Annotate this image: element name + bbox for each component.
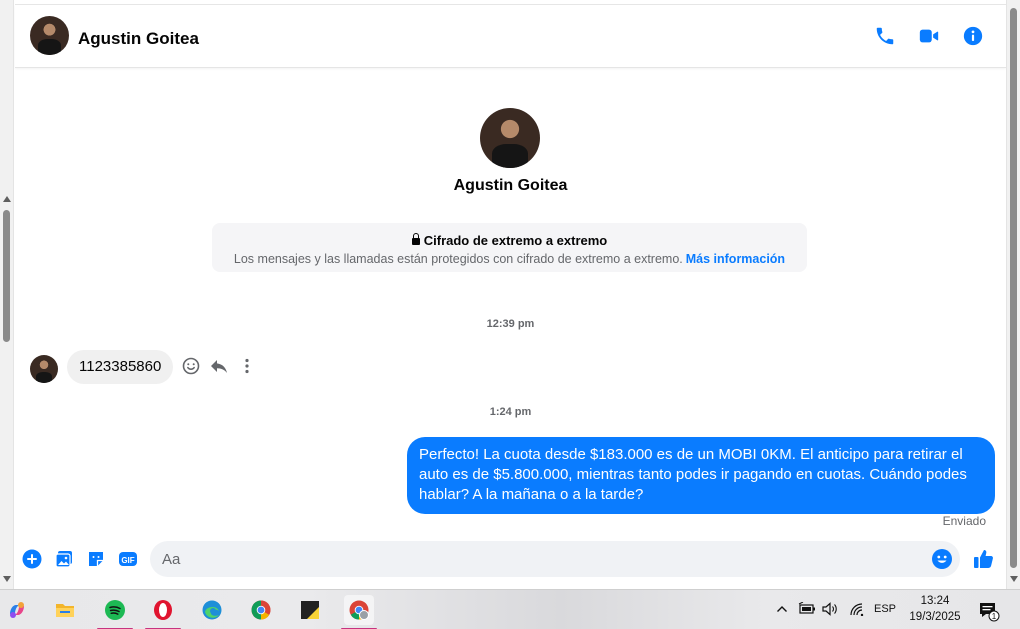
emoji-icon[interactable] [931,548,953,570]
timestamp: 1:24 pm [489,406,532,418]
clock-date: 19/3/2025 [909,611,961,623]
notification-count: 1 [992,612,997,621]
sticky-notes-icon [301,601,319,619]
notification-icon[interactable]: 1 [978,600,1000,622]
show-hidden-icons-chevron-icon[interactable] [776,603,788,629]
add-icon[interactable] [22,549,42,569]
encryption-title-text: Cifrado de extremo a extremo [423,233,608,248]
contact-avatar[interactable] [30,16,69,55]
profile-avatar[interactable] [480,108,540,168]
encryption-body-text: Los mensajes y las llamadas están proteg… [233,252,683,266]
message-input[interactable] [162,541,922,577]
encryption-notice: Cifrado de extremo a extremo Los mensaje… [212,223,807,272]
video-call-icon[interactable] [918,25,940,47]
file-explorer-app[interactable] [50,595,80,625]
lock-icon [411,233,420,245]
opera-app[interactable] [145,595,181,629]
wifi-icon[interactable] [849,602,865,629]
scroll-down-arrow[interactable] [3,576,11,582]
encryption-body: Los mensajes y las llamadas están proteg… [212,252,807,266]
svg-text:GIF: GIF [121,556,134,565]
chrome-profile-icon [349,600,369,620]
copilot-app[interactable] [2,595,32,625]
windows-taskbar: ESP 13:24 19/3/2025 1 [0,589,1020,629]
volume-icon[interactable] [822,602,838,629]
timestamp: 12:39 pm [486,318,535,330]
scrollbar-thumb[interactable] [1010,8,1017,568]
chat-header: Agustin Goitea [15,5,1006,68]
language-indicator[interactable]: ESP [874,603,896,629]
sticker-icon[interactable] [86,549,106,569]
info-icon[interactable] [962,25,984,47]
gif-icon[interactable]: GIF [118,549,138,569]
chrome-profile-app[interactable] [341,595,377,629]
outer-scrollbar-right[interactable] [1006,0,1020,589]
incoming-message[interactable]: 1123385860 [67,350,174,384]
system-clock[interactable]: 13:24 19/3/2025 [900,593,970,625]
profile-name: Agustin Goitea [453,177,568,194]
like-icon[interactable] [972,547,996,571]
sender-avatar[interactable] [30,355,58,383]
edge-app[interactable] [197,595,227,625]
clock-time: 13:24 [920,595,950,607]
sent-status: Enviado [942,514,986,528]
sticky-notes-app[interactable] [295,595,325,625]
phone-icon[interactable] [874,25,896,47]
photo-icon[interactable] [54,549,74,569]
more-info-link[interactable]: Más información [686,252,785,266]
scroll-up-arrow[interactable] [3,196,11,202]
battery-icon[interactable] [798,601,816,629]
copilot-icon [10,602,24,618]
chrome-app[interactable] [246,595,276,625]
chat-panel: Agustin Goitea Agustin Goitea Cifrado de… [15,0,1006,589]
react-emoji-icon[interactable] [181,356,201,376]
contact-name[interactable]: Agustin Goitea [78,29,199,49]
scroll-down-arrow[interactable] [1010,576,1018,582]
folder-icon [56,604,74,617]
chrome-icon [251,600,271,620]
more-options-icon[interactable] [237,356,257,376]
spotify-icon [105,600,125,620]
outer-scrollbar-left[interactable] [0,0,14,589]
opera-icon [154,600,172,620]
message-input-wrapper [150,541,960,577]
spotify-app[interactable] [97,595,133,629]
reply-icon[interactable] [209,356,229,376]
outgoing-message[interactable]: Perfecto! La cuota desde $183.000 es de … [407,437,995,514]
edge-icon [202,600,222,620]
message-composer: GIF [15,537,1006,582]
encryption-title: Cifrado de extremo a extremo [212,233,807,248]
scrollbar-thumb[interactable] [3,210,10,342]
